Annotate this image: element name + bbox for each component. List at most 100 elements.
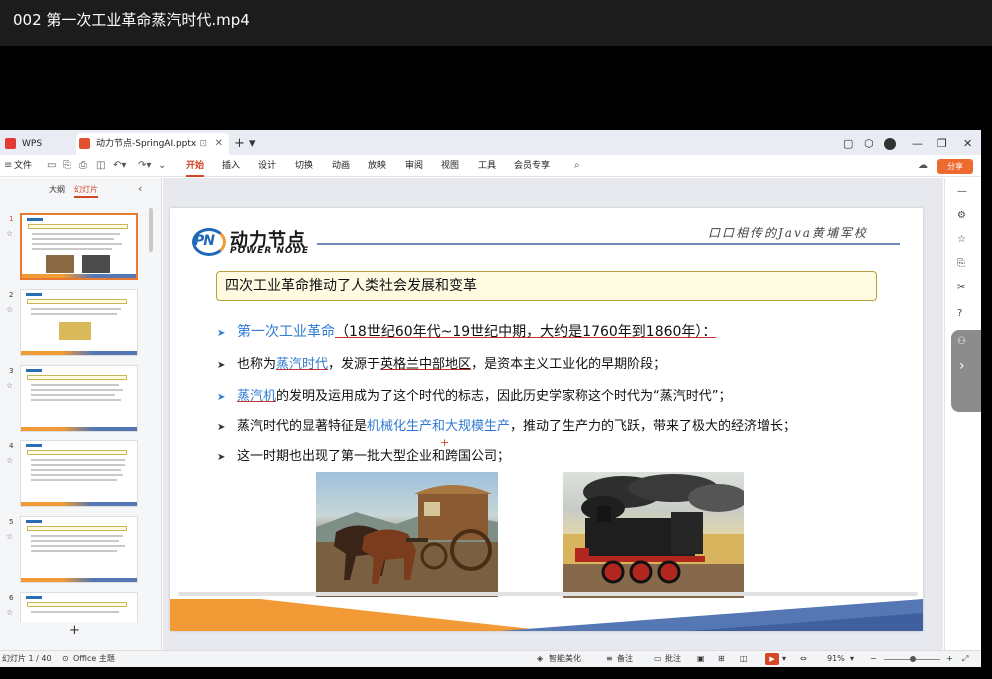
star-icon[interactable]: ☆	[6, 532, 13, 541]
arrow-bullet-icon: ➤	[217, 328, 226, 339]
copy-icon[interactable]: ⎘	[957, 258, 965, 269]
cloud-icon[interactable]: ☁	[918, 159, 928, 173]
thumbnail-preview	[20, 516, 138, 583]
side-expand-panel[interactable]: ⚇ ›	[951, 330, 981, 412]
steam-locomotive-image[interactable]	[563, 472, 744, 598]
print-icon[interactable]: ⎙	[79, 159, 87, 173]
menu-review[interactable]: 审阅	[405, 155, 423, 177]
tablet-icon[interactable]: ▢	[843, 133, 853, 155]
slide-thumbnail-1[interactable]: 1 ☆	[0, 213, 150, 283]
zoom-slider-handle[interactable]	[910, 656, 916, 662]
play-icon[interactable]: ▶	[765, 653, 779, 665]
minus-icon[interactable]: —	[957, 186, 967, 197]
video-letterbox	[0, 46, 992, 130]
new-tab-icon[interactable]: + ▾	[234, 133, 256, 155]
hamburger-icon[interactable]: ≡	[4, 159, 12, 173]
star-icon[interactable]: ☆	[6, 608, 13, 617]
add-slide-icon[interactable]: +	[69, 623, 80, 638]
menu-member[interactable]: 会员专享	[514, 155, 550, 177]
menu-start[interactable]: 开始	[186, 155, 205, 177]
bullet-3[interactable]: ➤ 蒸汽机的发明及运用成为了这个时代的标志，因此历史学家称这个时代为“蒸汽时代”；	[217, 385, 732, 404]
collapse-panel-icon[interactable]: ‹	[138, 182, 142, 195]
save-icon[interactable]: ⎘	[63, 159, 71, 173]
reading-view-icon[interactable]: ◫	[740, 651, 748, 667]
zoom-level[interactable]: 91%	[827, 651, 845, 667]
star-icon[interactable]: ☆	[6, 305, 13, 314]
fullscreen-icon[interactable]: ⤢	[962, 651, 968, 667]
menu-tools[interactable]: 工具	[478, 155, 496, 177]
bullet-5[interactable]: ➤ 这一时期也出现了第一批大型企业和跨国公司；	[217, 445, 510, 464]
close-icon[interactable]: ✕	[215, 133, 223, 155]
search-icon[interactable]: ⌕	[574, 159, 580, 173]
theme-icon[interactable]: ⊙	[62, 651, 69, 667]
settings-icon[interactable]: ⚙	[957, 210, 966, 221]
menu-insert[interactable]: 插入	[222, 155, 240, 177]
tools-icon[interactable]: ✂	[957, 282, 965, 293]
normal-view-icon[interactable]: ▣	[697, 651, 705, 667]
slide-thumbnail-4[interactable]: 4 ☆	[0, 440, 150, 510]
zoom-dropdown-icon[interactable]: ▾	[850, 651, 854, 667]
star-icon[interactable]: ☆	[6, 456, 13, 465]
smart-beautify-button[interactable]: 智能美化	[549, 651, 581, 667]
tab-wps-office[interactable]: WPS Office	[2, 133, 70, 171]
menu-animation[interactable]: 动画	[332, 155, 350, 177]
tab-outline[interactable]: 大纲	[49, 184, 65, 195]
chevron-right-icon[interactable]: ›	[959, 358, 965, 374]
minimize-icon[interactable]: —	[912, 133, 923, 155]
theme-name[interactable]: Office 主题	[73, 651, 115, 667]
right-letterbox	[981, 130, 992, 679]
menu-bar: ≡ 文件 ▭ ⎘ ⎙ ◫ ↶▾ ↷▾ ⌄ 开始 插入 设计 切换 动画 放映 审…	[0, 155, 981, 177]
tab-bar: WPS Office 动力节点-SpringAI.pptx ⊡ ✕ + ▾ ▢ …	[0, 130, 981, 171]
notes-icon[interactable]: ≡	[606, 651, 613, 667]
tab-menu-icon[interactable]: ⊡	[199, 133, 207, 155]
redo-icon[interactable]: ↷▾	[138, 159, 151, 173]
share-button[interactable]: 分享	[937, 159, 973, 174]
slide-title[interactable]: 四次工业革命推动了人类社会发展和变革	[216, 271, 877, 301]
slide-thumbnail-3[interactable]: 3 ☆	[0, 365, 150, 435]
slide-number: 4	[9, 442, 14, 450]
notes-button[interactable]: 备注	[617, 651, 633, 667]
robot-icon[interactable]: ⚇	[957, 336, 966, 347]
fit-window-icon[interactable]: ⇔	[800, 651, 807, 667]
horizontal-scrollbar[interactable]	[178, 592, 918, 596]
menu-slideshow[interactable]: 放映	[368, 155, 386, 177]
bullet-4[interactable]: ➤ 蒸汽时代的显著特征是机械化生产和大规模生产，推动了生产力的飞跃，带来了极大的经…	[217, 415, 796, 434]
cube-icon[interactable]: ⬡	[864, 133, 874, 155]
star-icon[interactable]: ☆	[957, 234, 966, 245]
menu-view[interactable]: 视图	[441, 155, 459, 177]
help-icon[interactable]: ?	[957, 308, 962, 319]
horse-carriage-image[interactable]	[316, 472, 498, 597]
slide-thumbnail-2[interactable]: 2 ☆	[0, 289, 150, 359]
zoom-in-icon[interactable]: +	[946, 651, 953, 667]
comments-button[interactable]: 批注	[665, 651, 681, 667]
star-icon[interactable]: ☆	[6, 381, 13, 390]
slide-canvas[interactable]: PN 动力节点 POWER NODE 口口相传的Java黄埔军校 四次工业革命推…	[170, 208, 923, 631]
video-title: 002 第一次工业革命蒸汽时代.mp4	[0, 0, 992, 46]
menu-design[interactable]: 设计	[258, 155, 276, 177]
slide-editing-area: PN 动力节点 POWER NODE 口口相传的Java黄埔军校 四次工业革命推…	[163, 178, 943, 650]
smart-beautify-icon[interactable]: ◈	[537, 651, 543, 667]
avatar[interactable]	[884, 138, 896, 150]
bullet-2[interactable]: ➤ 也称为蒸汽时代，发源于英格兰中部地区，是资本主义工业化的早期阶段；	[217, 353, 666, 372]
bullet-1[interactable]: ➤ 第一次工业革命（18世纪60年代~19世纪中期，大约是1760年到1860年）…	[217, 321, 716, 341]
preview-icon[interactable]: ◫	[96, 159, 105, 173]
more-icon[interactable]: ⌄	[158, 159, 166, 173]
star-icon[interactable]: ☆	[6, 229, 13, 238]
folder-icon[interactable]: ▭	[47, 159, 56, 173]
play-dropdown-icon[interactable]: ▾	[782, 651, 786, 667]
menu-file[interactable]: 文件	[14, 155, 32, 177]
right-toolbar: — ⚙ ☆ ⎘ ✂ ?	[944, 178, 981, 650]
comment-icon[interactable]: ▭	[654, 651, 662, 667]
close-window-icon[interactable]: ✕	[963, 133, 972, 155]
thumbnail-preview	[20, 592, 138, 622]
tab-pptx-document[interactable]: 动力节点-SpringAI.pptx ⊡ ✕	[76, 133, 229, 155]
slide-thumbnail-6[interactable]: 6 ☆	[0, 592, 150, 622]
sorter-view-icon[interactable]: ⊞	[718, 651, 725, 667]
zoom-out-icon[interactable]: −	[870, 651, 877, 667]
slide-thumbnail-5[interactable]: 5 ☆	[0, 516, 150, 586]
menu-transition[interactable]: 切换	[295, 155, 313, 177]
tab-slides[interactable]: 幻灯片	[74, 184, 98, 198]
restore-icon[interactable]: ❐	[937, 133, 947, 155]
cursor-crosshair-icon: +	[440, 436, 450, 449]
undo-icon[interactable]: ↶▾	[113, 159, 126, 173]
